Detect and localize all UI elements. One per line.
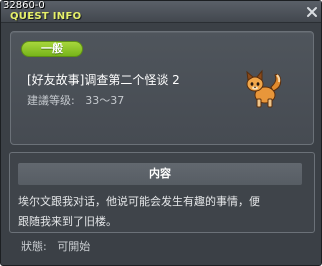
level-range: 33～37	[85, 94, 125, 107]
quest-category-badge: 一般	[21, 41, 83, 57]
quest-summary-panel: 一般 [好友故事]调查第二个怪谈 2 建議等级: 33～37	[10, 31, 314, 145]
status-value: 可開始	[57, 240, 91, 253]
close-icon	[307, 7, 317, 17]
content-line: 埃尔文跟我对话，他说可能会发生有趣的事情，便	[18, 195, 260, 208]
quest-name: [好友故事]调查第二个怪谈 2	[27, 73, 180, 87]
fox-creature-icon	[243, 69, 285, 109]
level-label: 建議等级:	[27, 94, 75, 107]
level-spacer	[78, 94, 82, 107]
status-label: 狀態:	[21, 240, 47, 253]
quest-info-window: 32860-0 QUEST INFO 一般 [好友故事]调查第二个怪谈 2 建議…	[0, 0, 322, 266]
recommended-level: 建議等级: 33～37	[27, 92, 124, 108]
window-titlebar[interactable]: 32860-0 QUEST INFO	[1, 0, 321, 23]
window-title: QUEST INFO	[10, 11, 82, 22]
content-header: 内容	[18, 163, 302, 185]
quest-status: 狀態: 可開始	[21, 238, 90, 254]
status-spacer	[50, 240, 54, 253]
close-button[interactable]	[306, 6, 318, 18]
content-description: 埃尔文跟我对话，他说可能会发生有趣的事情，便 跟随我来到了旧楼。	[18, 192, 312, 232]
quest-id: 32860-0	[3, 0, 45, 11]
content-line: 跟随我来到了旧楼。	[18, 215, 117, 228]
quest-content-panel: 内容 埃尔文跟我对话，他说可能会发生有趣的事情，便 跟随我来到了旧楼。	[9, 152, 315, 233]
